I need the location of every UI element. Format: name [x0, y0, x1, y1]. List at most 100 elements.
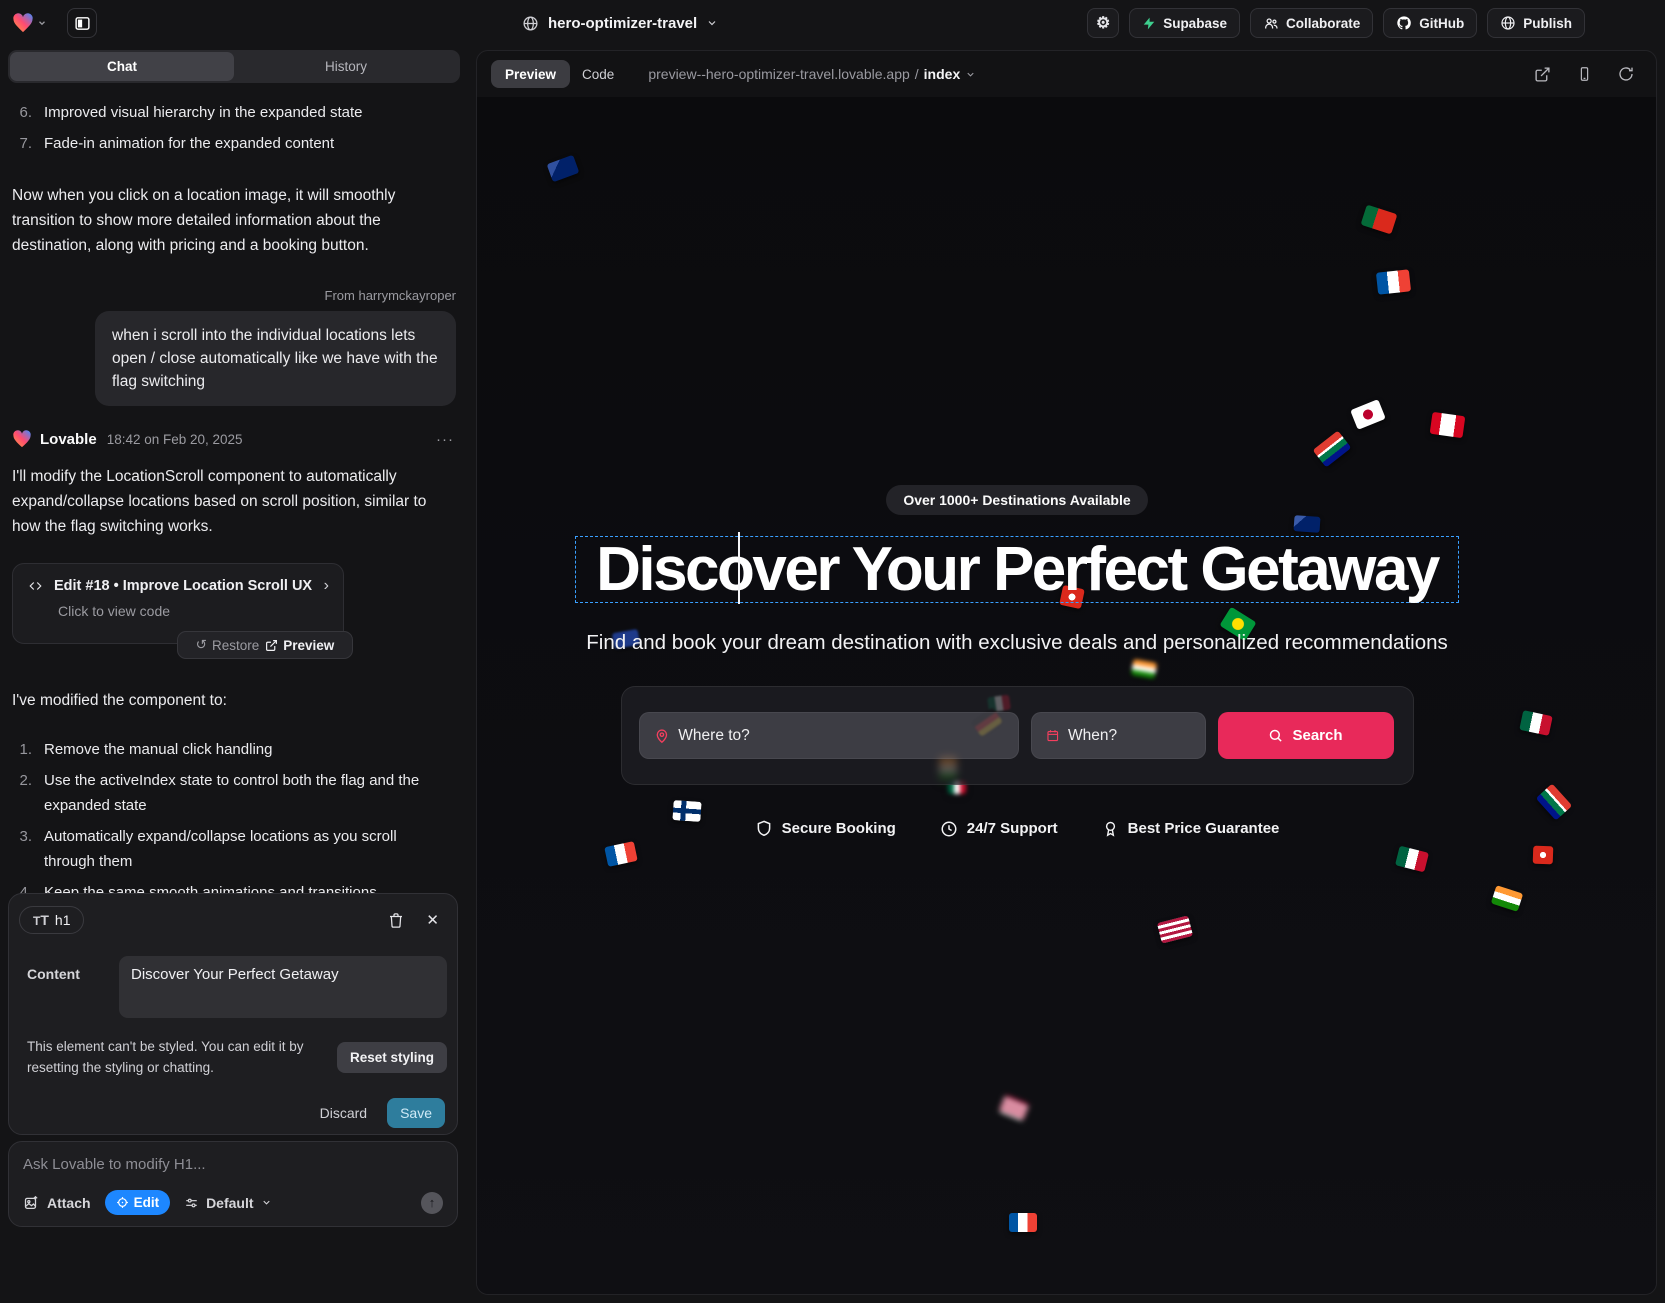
- message-menu-button[interactable]: ···: [436, 431, 460, 448]
- supabase-bolt-icon: [1142, 16, 1156, 31]
- globe-icon: [522, 15, 539, 32]
- location-pin-icon: [654, 727, 670, 745]
- hero-subtitle: Find and book your dream destination wit…: [586, 631, 1448, 655]
- user-message-bubble: when i scroll into the individual locati…: [95, 311, 456, 406]
- when-input-wrap[interactable]: [1031, 712, 1206, 759]
- refresh-icon: [1618, 66, 1634, 82]
- tab-code[interactable]: Code: [582, 67, 614, 82]
- sidebar: Chat History 6. Improved visual hierarch…: [0, 46, 472, 1303]
- trust-support: 24/7 Support: [940, 820, 1058, 838]
- save-button[interactable]: Save: [387, 1098, 445, 1128]
- code-icon: [27, 579, 44, 593]
- agent-name: Lovable: [40, 431, 97, 448]
- text-caret: [738, 532, 740, 604]
- refresh-button[interactable]: [1618, 66, 1634, 82]
- flag-south-africa: [1536, 783, 1572, 820]
- mobile-view-button[interactable]: [1577, 65, 1592, 83]
- send-button[interactable]: ↑: [421, 1192, 443, 1214]
- edit-card-subtitle: Click to view code: [58, 603, 329, 619]
- chat-scroll-area[interactable]: 6. Improved visual hierarchy in the expa…: [0, 90, 472, 931]
- lovable-heart-icon: [12, 430, 32, 448]
- when-input[interactable]: [1068, 727, 1190, 745]
- search-button[interactable]: Search: [1218, 712, 1394, 759]
- edit-card-title: Edit #18 • Improve Location Scroll UX: [54, 578, 314, 594]
- search-card: Search: [621, 686, 1414, 785]
- discard-button[interactable]: Discard: [320, 1105, 367, 1121]
- open-in-new-tab-button[interactable]: [1534, 66, 1551, 83]
- publish-label: Publish: [1523, 16, 1572, 31]
- trash-icon: [388, 912, 404, 929]
- github-button[interactable]: GitHub: [1383, 8, 1477, 38]
- preview-url-bar[interactable]: preview--hero-optimizer-travel.lovable.a…: [648, 66, 976, 82]
- version-actions: ↺ Restore Preview: [177, 631, 353, 659]
- message-from-label: From harrymckayroper: [12, 288, 460, 303]
- image-icon: [23, 1195, 40, 1211]
- flag-usa: [1157, 915, 1193, 943]
- chevron-down-icon: [706, 17, 718, 29]
- close-editor-button[interactable]: ✕: [426, 911, 439, 929]
- flag-france: [604, 841, 638, 867]
- list-item: 7. Fade-in animation for the expanded co…: [12, 131, 460, 156]
- settings-button[interactable]: ⚙: [1087, 8, 1119, 38]
- reset-styling-button[interactable]: Reset styling: [337, 1042, 447, 1073]
- content-textarea[interactable]: Discover Your Perfect Getaway: [119, 956, 447, 1018]
- preview-viewport[interactable]: Over 1000+ Destinations Available Discov…: [477, 97, 1656, 1294]
- award-icon: [1102, 819, 1119, 838]
- chat-paragraph: I'll modify the LocationScroll component…: [12, 464, 456, 539]
- edit-mode-button[interactable]: Edit: [105, 1190, 171, 1215]
- element-tag-pill[interactable]: TT h1: [19, 906, 84, 934]
- h1-selection-box[interactable]: Discover Your Perfect Getaway: [575, 536, 1459, 603]
- lovable-heart-icon: [12, 13, 34, 33]
- project-name: hero-optimizer-travel: [548, 15, 697, 32]
- external-link-icon: [265, 639, 278, 652]
- project-switcher[interactable]: hero-optimizer-travel: [522, 8, 718, 38]
- message-timestamp: 18:42 on Feb 20, 2025: [107, 432, 243, 447]
- tab-preview[interactable]: Preview: [491, 60, 570, 88]
- sidebar-toggle-button[interactable]: [67, 8, 97, 38]
- trust-best-price: Best Price Guarantee: [1102, 819, 1280, 838]
- destinations-badge: Over 1000+ Destinations Available: [886, 485, 1147, 515]
- people-icon: [1263, 16, 1279, 31]
- url-domain: preview--hero-optimizer-travel.lovable.a…: [648, 66, 909, 82]
- github-icon: [1396, 15, 1412, 31]
- tab-chat[interactable]: Chat: [10, 52, 234, 81]
- element-tag-name: h1: [55, 912, 71, 928]
- flag-usa-blur: [999, 1095, 1030, 1121]
- collaborate-button[interactable]: Collaborate: [1250, 8, 1373, 38]
- restore-icon: ↺: [196, 637, 207, 653]
- lovable-logo-menu[interactable]: [12, 13, 47, 33]
- supabase-button[interactable]: Supabase: [1129, 8, 1240, 38]
- chat-paragraph: I've modified the component to:: [12, 688, 460, 713]
- search-icon: [1268, 728, 1283, 743]
- preview-panel: Preview Code preview--hero-optimizer-tra…: [476, 50, 1657, 1295]
- chat-paragraph: Now when you click on a location image, …: [12, 183, 442, 258]
- composer-input[interactable]: [23, 1156, 443, 1173]
- chevron-down-icon: [37, 18, 47, 28]
- chat-composer: Attach Edit Default ↑: [8, 1141, 458, 1227]
- list-item: 1. Remove the manual click handling: [12, 737, 460, 762]
- restore-button[interactable]: ↺ Restore: [196, 637, 260, 653]
- delete-element-button[interactable]: [388, 912, 404, 929]
- where-input-wrap[interactable]: [639, 712, 1019, 759]
- flag-france: [1009, 1213, 1037, 1232]
- clock-icon: [940, 820, 958, 838]
- calendar-icon: [1046, 727, 1060, 744]
- gear-icon: ⚙: [1096, 13, 1110, 33]
- sidebar-tabs: Chat History: [8, 50, 460, 83]
- model-default-selector[interactable]: Default: [184, 1195, 271, 1211]
- tab-history[interactable]: History: [234, 52, 458, 81]
- trust-secure-booking: Secure Booking: [755, 819, 896, 838]
- preview-version-button[interactable]: Preview: [265, 638, 334, 653]
- flag-mexico: [1519, 710, 1553, 736]
- list-item: 6. Improved visual hierarchy in the expa…: [12, 100, 460, 125]
- github-label: GitHub: [1419, 16, 1464, 31]
- crosshair-icon: [116, 1196, 129, 1209]
- flag-mexico: [1395, 846, 1429, 873]
- supabase-label: Supabase: [1163, 16, 1227, 31]
- where-input[interactable]: [678, 727, 1003, 745]
- element-editor-panel: TT h1 ✕ Content Discover Your Perfect Ge…: [8, 893, 458, 1135]
- hero-section: Over 1000+ Destinations Available Discov…: [517, 97, 1517, 838]
- chevron-down-icon: [965, 69, 976, 80]
- publish-button[interactable]: Publish: [1487, 8, 1585, 38]
- attach-button[interactable]: Attach: [23, 1195, 91, 1211]
